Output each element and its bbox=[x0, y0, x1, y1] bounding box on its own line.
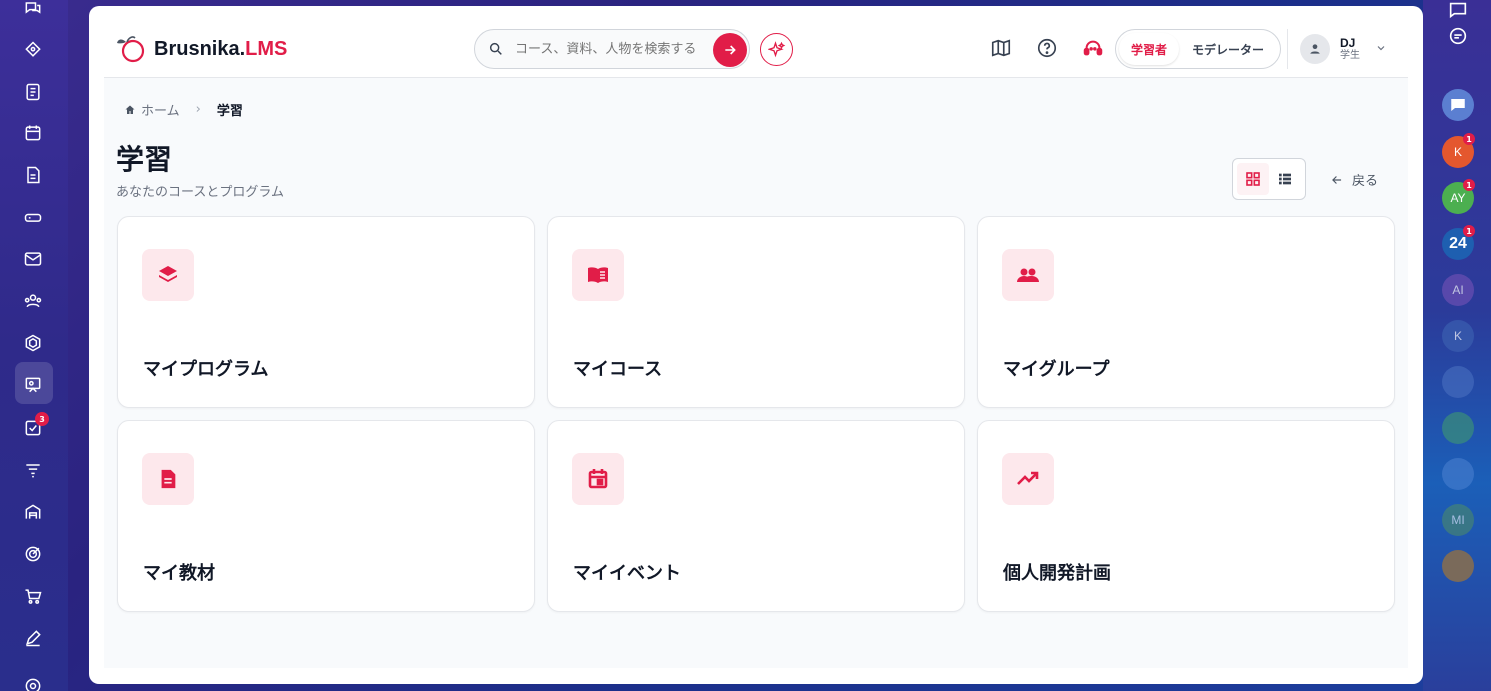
avatar-initials: MI bbox=[1451, 513, 1465, 527]
breadcrumb-separator: › bbox=[195, 102, 201, 117]
support-chat-icon[interactable] bbox=[1442, 20, 1474, 52]
tile-my-events[interactable]: マイイベント bbox=[547, 420, 965, 612]
calendar-icon[interactable] bbox=[19, 119, 47, 147]
main-window: Brusnika.LMS 学習者 モデレーター bbox=[89, 6, 1423, 684]
role-learner-button[interactable]: 学習者 bbox=[1119, 33, 1179, 65]
warehouse-icon[interactable] bbox=[19, 498, 47, 526]
book-icon bbox=[572, 249, 624, 301]
cart-icon[interactable] bbox=[19, 582, 47, 610]
notebook-icon[interactable] bbox=[19, 78, 47, 106]
tile-label: マイコース bbox=[573, 359, 663, 380]
tile-my-courses[interactable]: マイコース bbox=[547, 216, 965, 408]
rocket-icon[interactable] bbox=[19, 36, 47, 64]
user-menu[interactable]: DJ 学生 bbox=[1287, 29, 1397, 69]
user-icon bbox=[1310, 44, 1320, 54]
contact-avatar[interactable] bbox=[1442, 550, 1474, 582]
calendar-event-icon bbox=[572, 453, 624, 505]
app-rail: 3 bbox=[0, 0, 68, 691]
search-box bbox=[474, 29, 750, 69]
tile-my-groups[interactable]: マイグループ bbox=[977, 216, 1395, 408]
avatar-badge: 1 bbox=[1463, 179, 1475, 191]
logo-text-main: Brusnika. bbox=[154, 37, 246, 60]
avatar-badge: 1 bbox=[1463, 225, 1475, 237]
group-icon bbox=[1002, 249, 1054, 301]
logo-text-accent: LMS bbox=[245, 37, 288, 60]
page-title: 学習 bbox=[116, 143, 173, 176]
chevron-down-icon bbox=[1377, 46, 1385, 51]
pen-icon[interactable] bbox=[19, 624, 47, 652]
document-icon[interactable] bbox=[19, 161, 47, 189]
avatar-initials: AY bbox=[1450, 191, 1466, 205]
contact-avatar[interactable]: K bbox=[1442, 320, 1474, 352]
target-icon[interactable] bbox=[19, 540, 47, 568]
message-icon[interactable] bbox=[1442, 89, 1474, 121]
contact-avatar[interactable] bbox=[1442, 458, 1474, 490]
page-subtitle: あなたのコースとプログラム bbox=[116, 185, 284, 200]
list-icon bbox=[1279, 173, 1291, 185]
tile-label: マイプログラム bbox=[143, 359, 269, 380]
tile-label: マイ教材 bbox=[143, 563, 215, 584]
contact-avatar[interactable] bbox=[1442, 412, 1474, 444]
support-agent-icon[interactable] bbox=[1080, 35, 1106, 61]
help-icon[interactable] bbox=[1034, 35, 1060, 61]
contact-avatar[interactable] bbox=[1442, 366, 1474, 398]
role-moderator-button[interactable]: モデレーター bbox=[1179, 33, 1277, 65]
tile-label: 個人開発計画 bbox=[1003, 563, 1111, 584]
back-label: 戻る bbox=[1352, 174, 1379, 189]
user-name: DJ bbox=[1340, 35, 1356, 50]
view-toggle bbox=[1232, 158, 1306, 200]
logo-icon bbox=[117, 36, 145, 63]
document-icon bbox=[142, 453, 194, 505]
avatar-initials: AI bbox=[1452, 283, 1464, 297]
grid-icon bbox=[1246, 172, 1260, 186]
user-info: DJ 学生 bbox=[1340, 35, 1360, 62]
search-input[interactable] bbox=[515, 39, 705, 59]
logo-text: Brusnika.LMS bbox=[154, 38, 287, 61]
logo[interactable]: Brusnika.LMS bbox=[116, 34, 287, 64]
user-role: 学生 bbox=[1340, 50, 1360, 62]
tasks-badge: 3 bbox=[35, 412, 49, 426]
avatar-initials: 24 bbox=[1449, 235, 1467, 252]
avatar-initials: K bbox=[1453, 145, 1462, 159]
avatar-badge: 1 bbox=[1463, 133, 1475, 145]
tile-my-programs[interactable]: マイプログラム bbox=[117, 216, 535, 408]
breadcrumb-home[interactable]: ホーム bbox=[141, 100, 180, 119]
top-header: Brusnika.LMS 学習者 モデレーター bbox=[104, 20, 1408, 78]
presentation-icon[interactable] bbox=[19, 371, 47, 399]
trending-up-icon bbox=[1002, 453, 1054, 505]
contact-avatar[interactable]: MI bbox=[1442, 504, 1474, 536]
avatar-initials: K bbox=[1453, 329, 1462, 343]
role-switcher: 学習者 モデレーター bbox=[1115, 29, 1281, 69]
chat-bubbles-icon[interactable] bbox=[19, 0, 47, 22]
drive-icon[interactable] bbox=[19, 203, 47, 231]
layers-icon bbox=[142, 249, 194, 301]
tile-personal-development-plan[interactable]: 個人開発計画 bbox=[977, 420, 1395, 612]
grid-view-button[interactable] bbox=[1237, 163, 1269, 195]
content-area: ホーム › 学習 学習 あなたのコースとプログラム 戻る マイプログラム マイコ… bbox=[104, 78, 1408, 668]
tile-label: マイイベント bbox=[573, 563, 681, 584]
home-icon bbox=[125, 105, 135, 114]
tile-my-materials[interactable]: マイ教材 bbox=[117, 420, 535, 612]
settings-icon[interactable] bbox=[19, 672, 47, 691]
funnel-icon[interactable] bbox=[19, 456, 47, 484]
people-icon[interactable] bbox=[19, 287, 47, 315]
contact-avatar[interactable]: AI bbox=[1442, 274, 1474, 306]
breadcrumb: ホーム › 学習 bbox=[124, 100, 243, 119]
arrow-left-icon bbox=[1332, 175, 1342, 184]
search-icon bbox=[489, 42, 502, 55]
mail-icon[interactable] bbox=[19, 245, 47, 273]
ai-assistant-button[interactable] bbox=[760, 33, 793, 66]
map-icon[interactable] bbox=[988, 35, 1014, 61]
sparkle-icon bbox=[767, 40, 785, 57]
arrow-right-icon bbox=[725, 45, 736, 55]
list-view-button[interactable] bbox=[1269, 163, 1301, 195]
breadcrumb-current: 学習 bbox=[216, 104, 243, 119]
tile-label: マイグループ bbox=[1003, 359, 1110, 380]
back-button[interactable]: 戻る bbox=[1330, 170, 1378, 189]
hexagon-icon[interactable] bbox=[19, 329, 47, 357]
search-submit-button[interactable] bbox=[713, 33, 747, 67]
avatar bbox=[1300, 34, 1330, 64]
